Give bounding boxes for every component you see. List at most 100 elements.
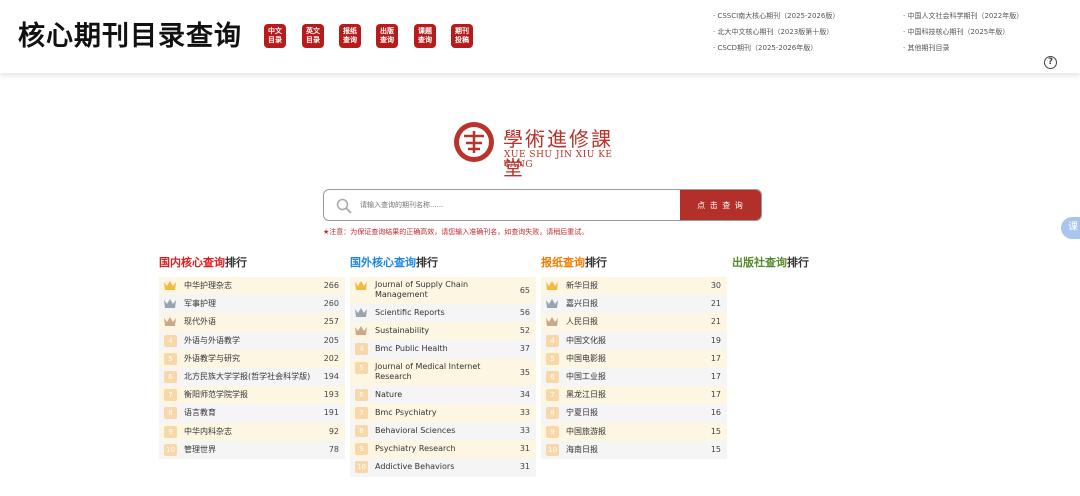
ranking-row[interactable]: 新华日报 30 — [541, 277, 727, 296]
journal-name[interactable]: Nature — [375, 386, 515, 404]
ranking-column-title[interactable]: 国内核心查询排行 — [159, 256, 345, 277]
ranking-row[interactable]: 9 Psychiatry Research 31 — [350, 440, 536, 459]
ranking-row[interactable]: 10 Addictive Behaviors 31 — [350, 458, 536, 477]
query-count: 31 — [519, 444, 530, 454]
nav-chinese-catalog-button[interactable]: 中文 目录 — [264, 24, 286, 48]
query-count: 17 — [710, 371, 721, 381]
query-count: 15 — [710, 444, 721, 454]
rank-number: 8 — [164, 407, 177, 420]
journal-name[interactable]: 中国工业报 — [566, 368, 706, 386]
catalog-link[interactable]: · 中国人文社会科学期刊（2022年版） — [903, 10, 1023, 26]
search-button[interactable]: 点 击 查 询 — [680, 190, 761, 220]
ranking-row[interactable]: Journal of Supply Chain Management 65 — [350, 277, 536, 304]
ranking-row[interactable]: 7 黑龙江日报 17 — [541, 386, 727, 405]
ranking-row[interactable]: 10 管理世界 78 — [159, 440, 345, 459]
search-input[interactable] — [360, 190, 680, 220]
ranking-row[interactable]: 9 中华内科杂志 92 — [159, 422, 345, 441]
nav-project-query-button[interactable]: 课题 查询 — [414, 24, 436, 48]
rank-number: 5 — [164, 352, 177, 365]
ranking-row[interactable]: 5 Journal of Medical Internet Research 35 — [350, 358, 536, 386]
journal-name[interactable]: 现代外语 — [184, 313, 324, 331]
ranking-row[interactable]: 8 语言教育 191 — [159, 404, 345, 423]
journal-name[interactable]: Journal of Medical Internet Research — [375, 362, 515, 382]
ranking-column: 报纸查询排行 新华日报 30 嘉兴日报 21 人民日报 21 4 中国文化报 19 5 中国电影报 17… — [541, 256, 727, 459]
help-icon[interactable]: ? — [1044, 56, 1057, 69]
journal-name[interactable]: Psychiatry Research — [375, 440, 515, 458]
journal-name[interactable]: 海南日报 — [566, 441, 706, 459]
ranking-row[interactable]: 嘉兴日报 21 — [541, 295, 727, 314]
ranking-row[interactable]: 4 Bmc Public Health 37 — [350, 340, 536, 359]
ranking-column-title[interactable]: 国外核心查询排行 — [350, 256, 536, 277]
ranking-row[interactable]: 9 中国旅游报 15 — [541, 422, 727, 441]
catalog-links-left: · CSSCI南大核心期刊（2025-2026版） · 北大中文核心期刊（202… — [713, 10, 839, 58]
journal-name[interactable]: 新华日报 — [566, 277, 706, 295]
side-float-tab[interactable]: 课 — [1061, 217, 1080, 239]
journal-name[interactable]: 北方民族大学学报(哲学社会科学版) — [184, 368, 324, 386]
rank-number: 10 — [164, 443, 177, 456]
journal-name[interactable]: Journal of Supply Chain Management — [375, 280, 515, 300]
ranking-row[interactable]: 军事护理 260 — [159, 295, 345, 314]
ranking-row[interactable]: 7 衡阳师范学院学报 193 — [159, 386, 345, 405]
catalog-link[interactable]: · CSCD期刊（2025-2026年版） — [713, 42, 839, 58]
ranking-row[interactable]: 5 外语教学与研究 202 — [159, 349, 345, 368]
ranking-row[interactable]: 8 Behavioral Sciences 33 — [350, 421, 536, 441]
journal-name[interactable]: 中国文化报 — [566, 332, 706, 350]
journal-name[interactable]: 管理世界 — [184, 441, 324, 459]
journal-name[interactable]: 人民日报 — [566, 313, 706, 331]
nav-publisher-query-button[interactable]: 出版 查询 — [376, 24, 398, 48]
ranking-row[interactable]: 中华护理杂志 266 — [159, 277, 345, 296]
journal-name[interactable]: Behavioral Sciences — [375, 422, 515, 440]
journal-name[interactable]: 中华内科杂志 — [184, 423, 324, 441]
nav-newspaper-query-button[interactable]: 报纸 查询 — [339, 24, 361, 48]
query-count: 19 — [710, 335, 721, 345]
search-bar: 点 击 查 询 — [323, 189, 762, 221]
ranking-row[interactable]: 7 Bmc Psychiatry 33 — [350, 403, 536, 422]
rank-number: 5 — [355, 361, 368, 374]
ranking-row[interactable]: 6 中国工业报 17 — [541, 367, 727, 387]
ranking-row[interactable]: Scientific Reports 56 — [350, 304, 536, 323]
journal-name[interactable]: 军事护理 — [184, 295, 324, 313]
journal-name[interactable]: 嘉兴日报 — [566, 295, 706, 313]
journal-name[interactable]: 衡阳师范学院学报 — [184, 386, 324, 404]
catalog-link[interactable]: · 中国科技核心期刊（2025年版） — [903, 26, 1023, 42]
ranking-title-suffix: 排行 — [585, 256, 607, 269]
journal-name[interactable]: Sustainability — [375, 322, 515, 340]
ranking-row[interactable]: 人民日报 21 — [541, 313, 727, 332]
query-count: 15 — [710, 426, 721, 436]
rank-number: 5 — [546, 352, 559, 365]
journal-name[interactable]: 外语与外语教学 — [184, 332, 324, 350]
journal-name[interactable]: Bmc Psychiatry — [375, 404, 515, 422]
journal-name[interactable]: 中国电影报 — [566, 350, 706, 368]
journal-name[interactable]: Scientific Reports — [375, 304, 515, 322]
journal-name[interactable]: Addictive Behaviors — [375, 458, 515, 476]
catalog-link[interactable]: · 其他期刊目录 — [903, 42, 1023, 58]
journal-name[interactable]: 宁夏日报 — [566, 404, 706, 422]
nav-english-catalog-button[interactable]: 英文 目录 — [302, 24, 324, 48]
journal-name[interactable]: 黑龙江日报 — [566, 386, 706, 404]
query-count: 21 — [710, 299, 721, 309]
nav-submission-button[interactable]: 期刊 投稿 — [451, 24, 473, 48]
rank-crown-icon — [546, 317, 558, 327]
ranking-column-title[interactable]: 报纸查询排行 — [541, 256, 727, 277]
rank-crown-icon — [164, 281, 176, 290]
journal-name[interactable]: 中国旅游报 — [566, 423, 706, 441]
journal-name[interactable]: 中华护理杂志 — [184, 277, 324, 295]
journal-name[interactable]: Bmc Public Health — [375, 340, 515, 358]
ranking-column-title[interactable]: 出版社查询排行 — [732, 256, 918, 277]
rank-number: 9 — [164, 425, 177, 438]
journal-name[interactable]: 外语教学与研究 — [184, 350, 324, 368]
ranking-row[interactable]: Sustainability 52 — [350, 322, 536, 341]
ranking-row[interactable]: 5 中国电影报 17 — [541, 349, 727, 368]
ranking-row[interactable]: 10 海南日报 15 — [541, 440, 727, 459]
catalog-link[interactable]: · 北大中文核心期刊（2023版第十版） — [713, 26, 839, 42]
query-count: 34 — [519, 389, 530, 399]
ranking-row[interactable]: 4 中国文化报 19 — [541, 331, 727, 350]
ranking-row[interactable]: 6 北方民族大学学报(哲学社会科学版) 194 — [159, 367, 345, 387]
ranking-row[interactable]: 8 宁夏日报 16 — [541, 404, 727, 423]
journal-name[interactable]: 语言教育 — [184, 404, 324, 422]
ranking-row[interactable]: 4 外语与外语教学 205 — [159, 331, 345, 350]
ranking-row[interactable]: 6 Nature 34 — [350, 385, 536, 404]
catalog-link[interactable]: · CSSCI南大核心期刊（2025-2026版） — [713, 10, 839, 26]
ranking-row[interactable]: 现代外语 257 — [159, 313, 345, 332]
query-count: 21 — [710, 317, 721, 327]
